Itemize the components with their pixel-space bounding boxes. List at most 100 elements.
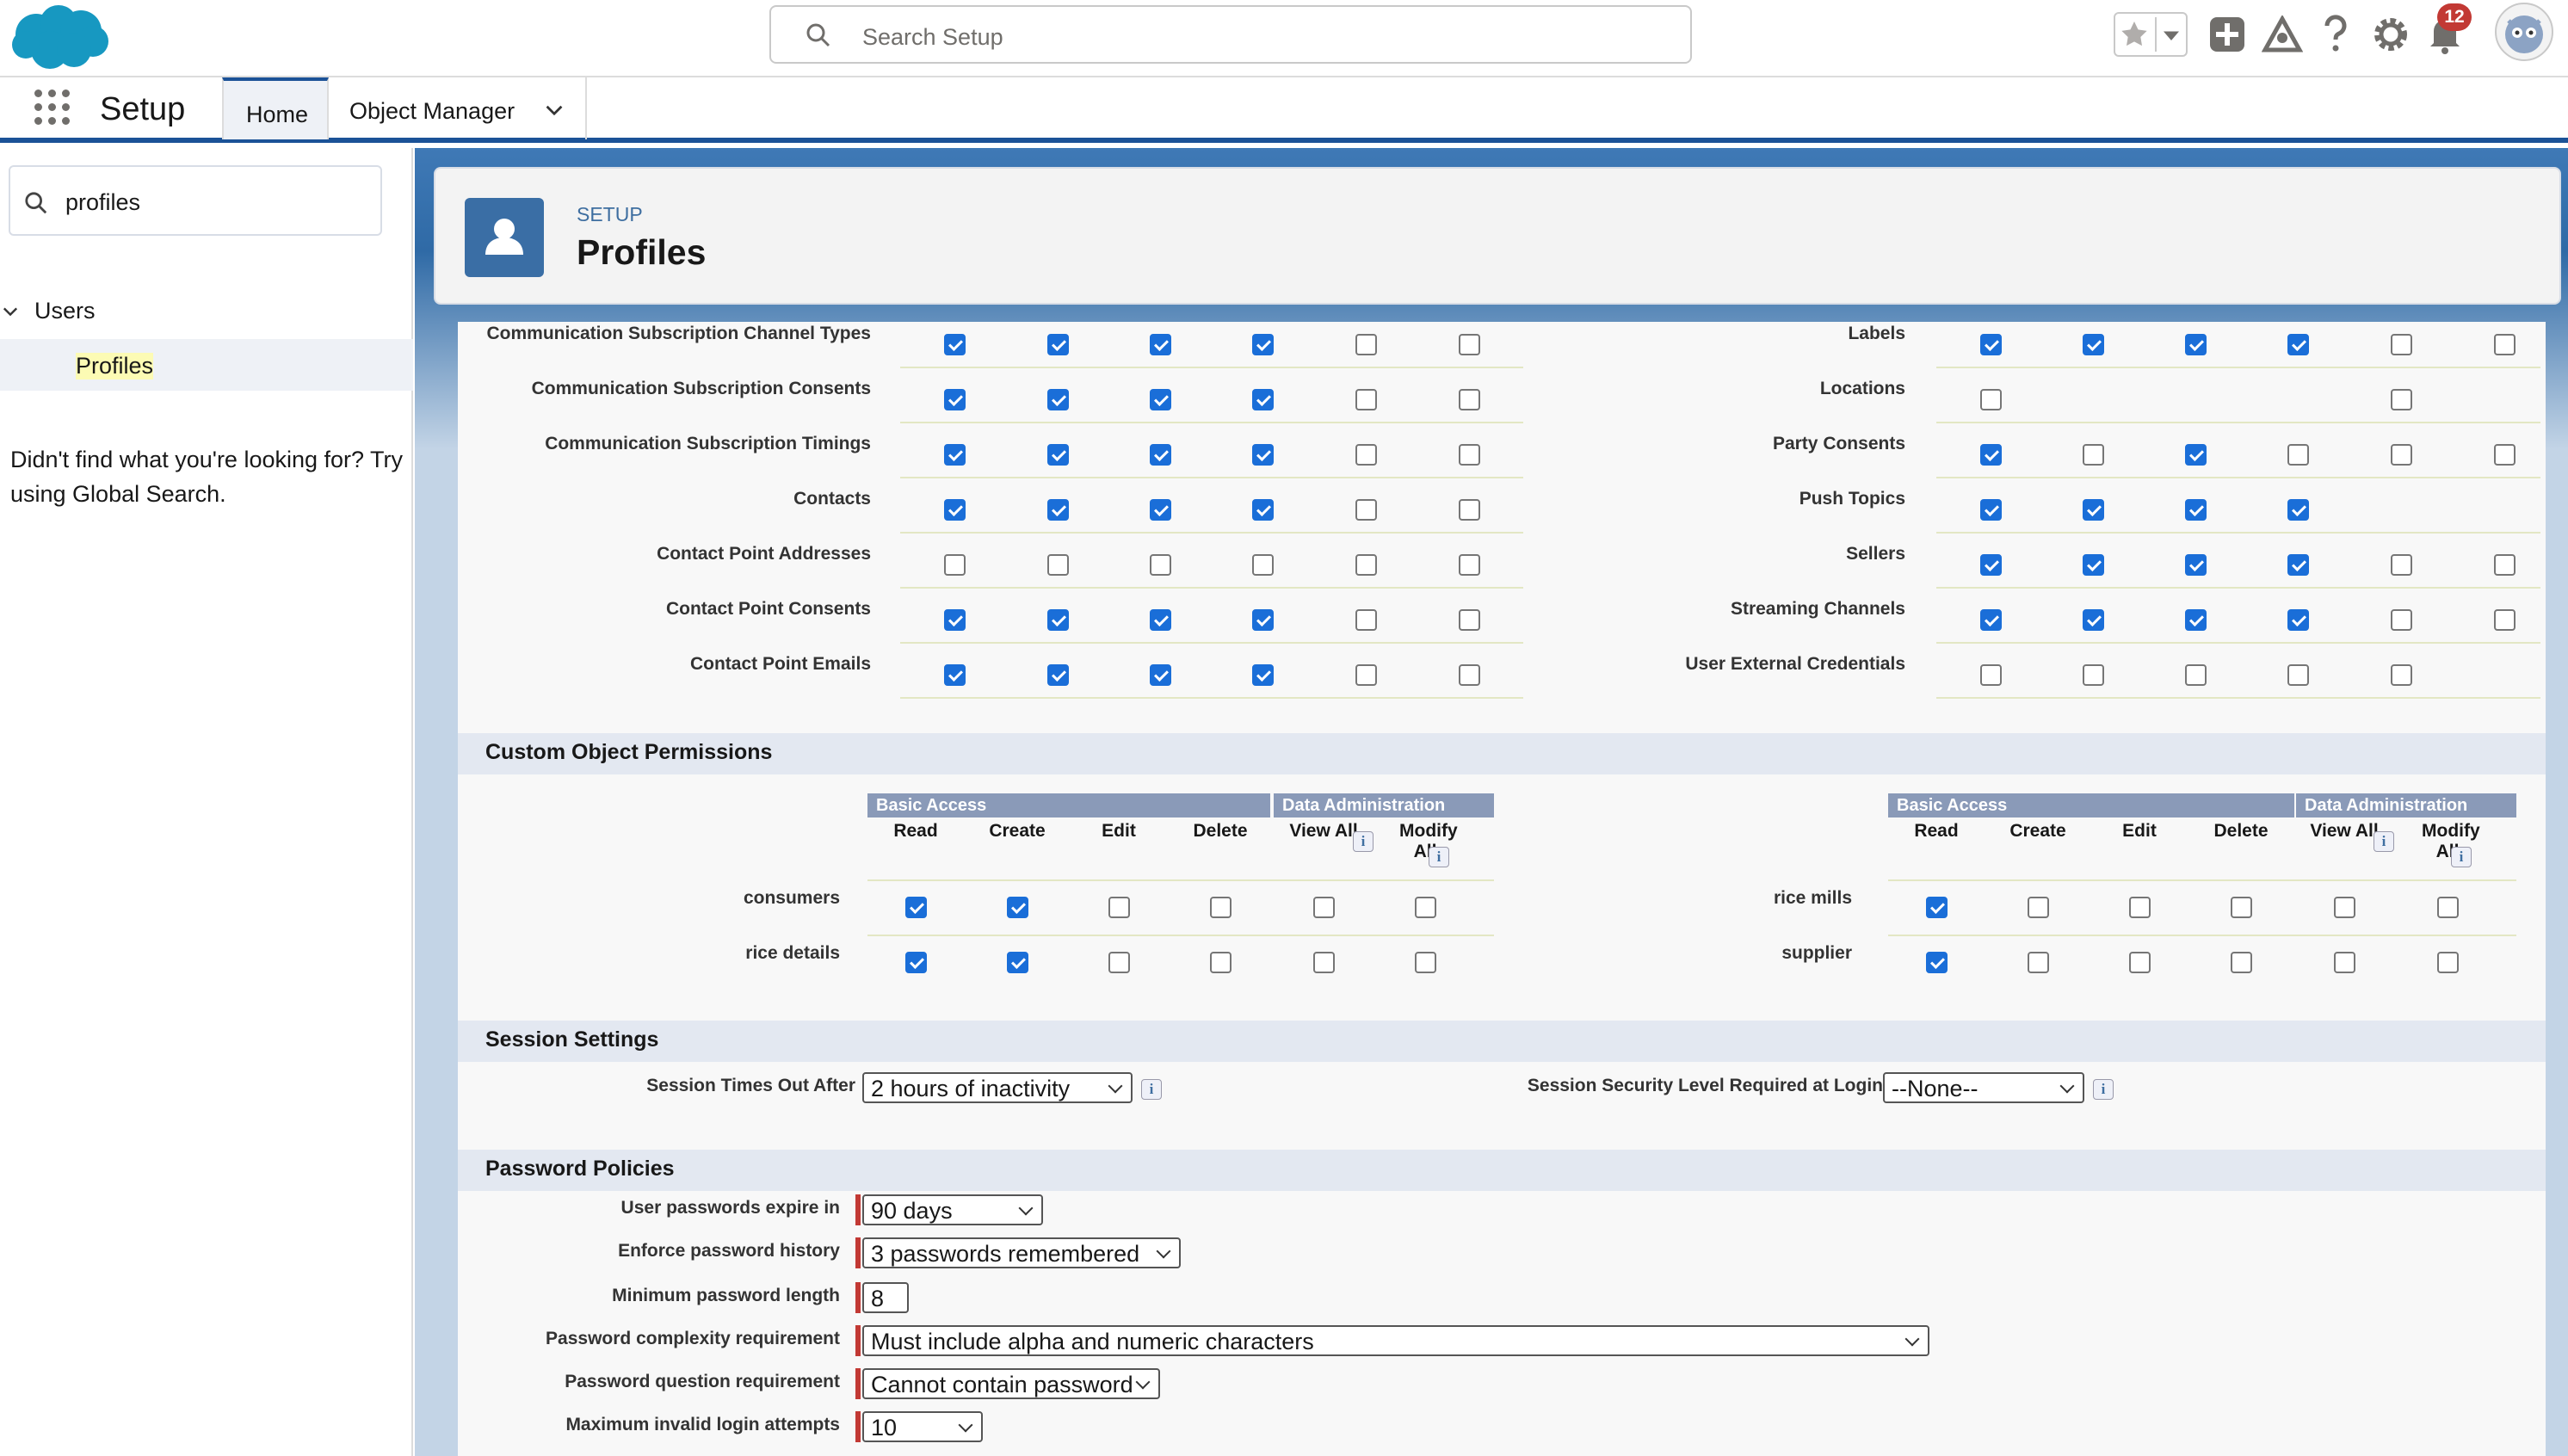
permission-checkbox[interactable] bbox=[2391, 664, 2412, 686]
permission-checkbox[interactable] bbox=[2287, 664, 2309, 686]
app-launcher-icon[interactable] bbox=[34, 89, 71, 126]
permission-checkbox[interactable] bbox=[944, 499, 966, 521]
tab-home[interactable]: Home bbox=[222, 77, 329, 139]
permission-checkbox[interactable] bbox=[2231, 897, 2252, 918]
session-timeout-select[interactable]: 2 hours of inactivity bbox=[862, 1072, 1133, 1103]
permission-checkbox[interactable] bbox=[944, 444, 966, 466]
permission-checkbox[interactable] bbox=[944, 334, 966, 355]
permission-checkbox[interactable] bbox=[1355, 664, 1377, 686]
permission-checkbox[interactable] bbox=[2287, 444, 2309, 466]
password-policy-select[interactable]: Must include alpha and numeric character… bbox=[862, 1325, 1929, 1356]
permission-checkbox[interactable] bbox=[2185, 334, 2207, 355]
permission-checkbox[interactable] bbox=[2083, 609, 2104, 631]
permission-checkbox[interactable] bbox=[1047, 609, 1069, 631]
permission-checkbox[interactable] bbox=[2287, 609, 2309, 631]
permission-checkbox[interactable] bbox=[1150, 609, 1171, 631]
permission-checkbox[interactable] bbox=[1459, 609, 1480, 631]
permission-checkbox[interactable] bbox=[1926, 952, 1948, 973]
permission-checkbox[interactable] bbox=[905, 897, 927, 918]
permission-checkbox[interactable] bbox=[1252, 334, 1274, 355]
password-policy-select[interactable]: Cannot contain password bbox=[862, 1368, 1160, 1399]
permission-checkbox[interactable] bbox=[944, 389, 966, 410]
permission-checkbox[interactable] bbox=[1007, 952, 1028, 973]
permission-checkbox[interactable] bbox=[944, 609, 966, 631]
permission-checkbox[interactable] bbox=[2334, 952, 2355, 973]
permission-checkbox[interactable] bbox=[1047, 554, 1069, 576]
permission-checkbox[interactable] bbox=[2129, 897, 2151, 918]
user-avatar[interactable] bbox=[2494, 2, 2554, 62]
permission-checkbox[interactable] bbox=[1252, 444, 1274, 466]
permission-checkbox[interactable] bbox=[1252, 609, 1274, 631]
permission-checkbox[interactable] bbox=[905, 952, 927, 973]
permission-checkbox[interactable] bbox=[2083, 444, 2104, 466]
permission-checkbox[interactable] bbox=[1150, 444, 1171, 466]
permission-checkbox[interactable] bbox=[1980, 389, 2002, 410]
permission-checkbox[interactable] bbox=[1459, 444, 1480, 466]
tab-object-manager[interactable]: Object Manager bbox=[330, 77, 587, 139]
permission-checkbox[interactable] bbox=[1150, 389, 1171, 410]
permission-checkbox[interactable] bbox=[1210, 952, 1232, 973]
password-policy-select[interactable]: 10 bbox=[862, 1411, 983, 1442]
permission-checkbox[interactable] bbox=[2185, 444, 2207, 466]
permission-checkbox[interactable] bbox=[1047, 499, 1069, 521]
info-icon[interactable]: i bbox=[2093, 1079, 2114, 1100]
password-policy-select[interactable]: 90 days bbox=[862, 1194, 1043, 1225]
permission-checkbox[interactable] bbox=[2287, 554, 2309, 576]
permission-checkbox[interactable] bbox=[1150, 499, 1171, 521]
permission-checkbox[interactable] bbox=[2287, 334, 2309, 355]
password-policy-select[interactable]: 3 passwords remembered bbox=[862, 1237, 1181, 1268]
permission-checkbox[interactable] bbox=[944, 664, 966, 686]
permission-checkbox[interactable] bbox=[2494, 609, 2516, 631]
permission-checkbox[interactable] bbox=[1047, 334, 1069, 355]
permission-checkbox[interactable] bbox=[1108, 897, 1130, 918]
permission-checkbox[interactable] bbox=[2391, 554, 2412, 576]
permission-checkbox[interactable] bbox=[2185, 554, 2207, 576]
permission-checkbox[interactable] bbox=[1313, 897, 1335, 918]
favorites-dropdown-icon[interactable] bbox=[2155, 17, 2184, 52]
permission-checkbox[interactable] bbox=[1355, 609, 1377, 631]
help-icon[interactable] bbox=[2320, 14, 2351, 55]
permission-checkbox[interactable] bbox=[2083, 499, 2104, 521]
permission-checkbox[interactable] bbox=[1047, 664, 1069, 686]
permission-checkbox[interactable] bbox=[1150, 664, 1171, 686]
permission-checkbox[interactable] bbox=[2437, 897, 2459, 918]
permission-checkbox[interactable] bbox=[1252, 664, 1274, 686]
trailhead-icon[interactable] bbox=[2262, 15, 2303, 53]
permission-checkbox[interactable] bbox=[2028, 952, 2049, 973]
permission-checkbox[interactable] bbox=[1355, 444, 1377, 466]
permission-checkbox[interactable] bbox=[1459, 664, 1480, 686]
permission-checkbox[interactable] bbox=[2129, 952, 2151, 973]
permission-checkbox[interactable] bbox=[2185, 609, 2207, 631]
permission-checkbox[interactable] bbox=[1355, 334, 1377, 355]
permission-checkbox[interactable] bbox=[2083, 554, 2104, 576]
global-actions-add-icon[interactable] bbox=[2208, 15, 2246, 53]
permission-checkbox[interactable] bbox=[2028, 897, 2049, 918]
permission-checkbox[interactable] bbox=[2391, 389, 2412, 410]
permission-checkbox[interactable] bbox=[1980, 554, 2002, 576]
permission-checkbox[interactable] bbox=[1313, 952, 1335, 973]
permission-checkbox[interactable] bbox=[1459, 389, 1480, 410]
permission-checkbox[interactable] bbox=[1047, 444, 1069, 466]
permission-checkbox[interactable] bbox=[1980, 609, 2002, 631]
permission-checkbox[interactable] bbox=[2185, 499, 2207, 521]
permission-checkbox[interactable] bbox=[2437, 952, 2459, 973]
info-icon[interactable]: i bbox=[2374, 831, 2394, 852]
permission-checkbox[interactable] bbox=[1926, 897, 1948, 918]
quick-find-input[interactable]: profiles bbox=[9, 165, 382, 236]
permission-checkbox[interactable] bbox=[1415, 952, 1436, 973]
info-icon[interactable]: i bbox=[1353, 831, 1374, 852]
permission-checkbox[interactable] bbox=[2083, 334, 2104, 355]
permission-checkbox[interactable] bbox=[1459, 499, 1480, 521]
permission-checkbox[interactable] bbox=[1980, 664, 2002, 686]
permission-checkbox[interactable] bbox=[2391, 444, 2412, 466]
permission-checkbox[interactable] bbox=[2287, 499, 2309, 521]
permission-checkbox[interactable] bbox=[944, 554, 966, 576]
permission-checkbox[interactable] bbox=[1150, 334, 1171, 355]
password-length-input[interactable]: 8 bbox=[862, 1282, 909, 1313]
permission-checkbox[interactable] bbox=[1459, 334, 1480, 355]
permission-checkbox[interactable] bbox=[2083, 664, 2104, 686]
favorites-button[interactable] bbox=[2114, 12, 2188, 57]
permission-checkbox[interactable] bbox=[1252, 499, 1274, 521]
session-security-select[interactable]: --None-- bbox=[1883, 1072, 2084, 1103]
permission-checkbox[interactable] bbox=[2334, 897, 2355, 918]
